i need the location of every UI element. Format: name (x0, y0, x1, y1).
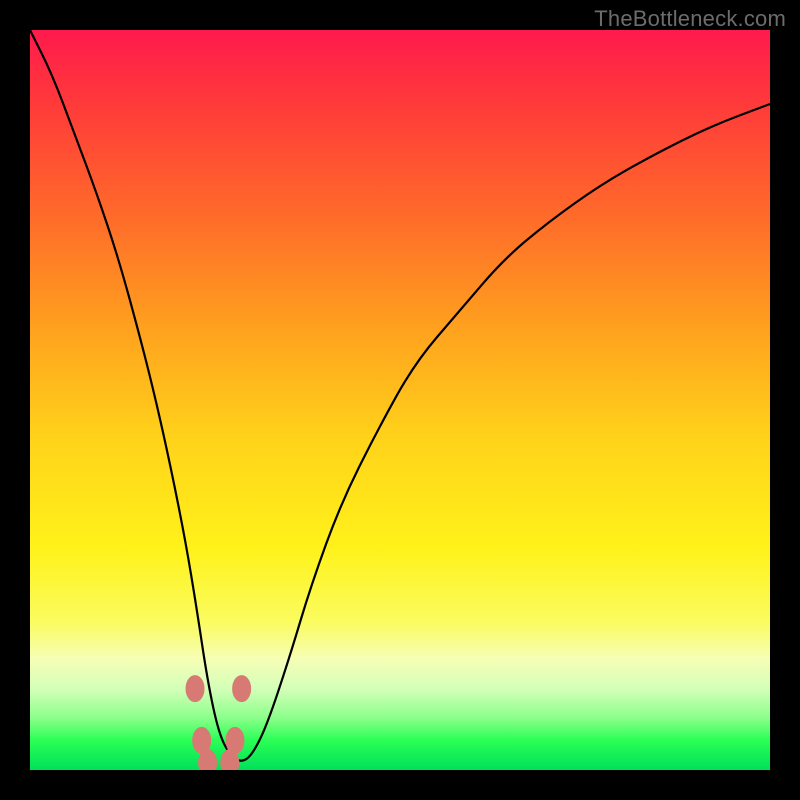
chart-frame: TheBottleneck.com (0, 0, 800, 800)
curve-markers (186, 676, 251, 770)
marker-blob (199, 750, 217, 770)
curve-line (30, 30, 770, 761)
watermark-text: TheBottleneck.com (594, 6, 786, 32)
marker-blob (186, 676, 204, 702)
marker-blob (233, 676, 251, 702)
bottleneck-curve (30, 30, 770, 770)
plot-area (30, 30, 770, 770)
marker-blob (221, 750, 239, 770)
